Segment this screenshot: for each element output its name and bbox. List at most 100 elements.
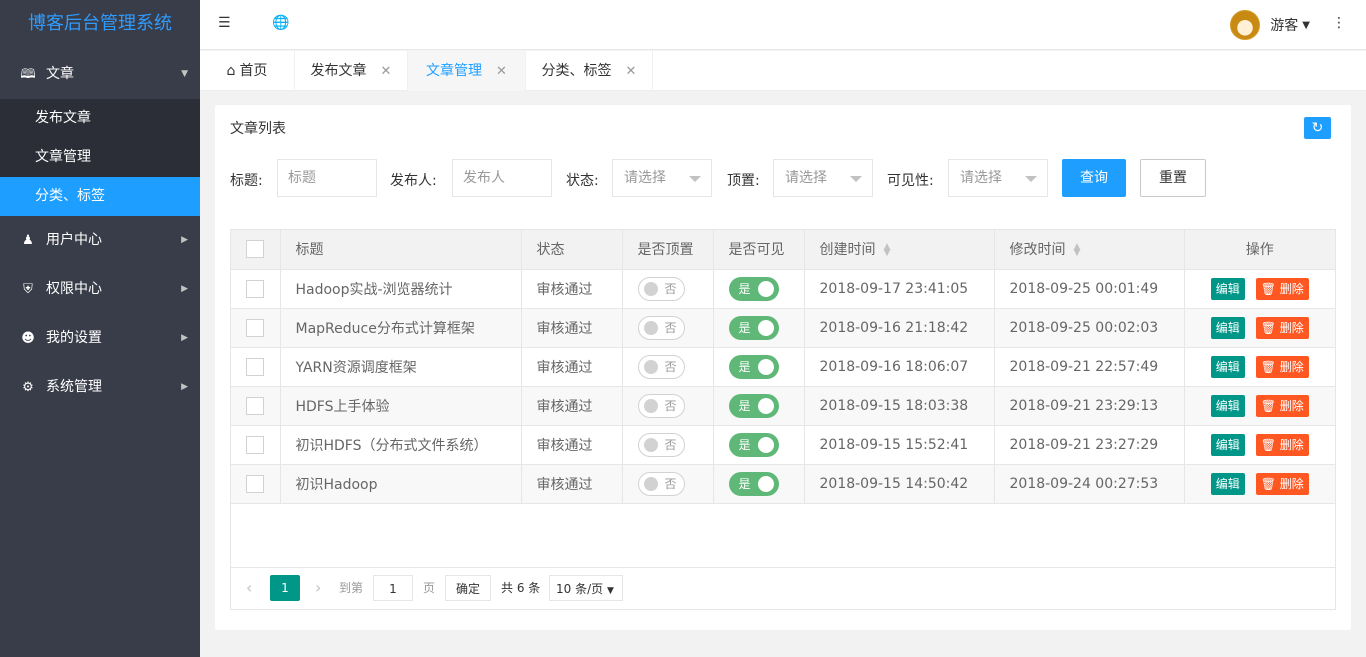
edit-button[interactable]: 编辑 xyxy=(1210,472,1245,495)
delete-button[interactable]: 🗑 删除 xyxy=(1255,433,1309,456)
cell-actions: 编辑 🗑 删除 xyxy=(1184,269,1335,309)
sidebar-submenu: 发布文章 文章管理 分类、标签 xyxy=(0,99,200,216)
caret-down-icon: ▼ xyxy=(181,69,188,79)
cell-created: 2018-09-17 23:41:05 xyxy=(804,269,995,309)
switch-text: 否 xyxy=(664,398,677,413)
delete-button[interactable]: 🗑 删除 xyxy=(1255,316,1309,339)
filter-visible-select[interactable]: 请选择 xyxy=(948,159,1048,197)
row-checkbox[interactable] xyxy=(246,279,264,298)
filter-author-input[interactable] xyxy=(452,159,552,197)
user-menu[interactable]: 游客 ▼ xyxy=(1230,10,1310,40)
caret-right-icon: ▶ xyxy=(181,235,188,245)
sidebar-subitem-manage[interactable]: 文章管理 xyxy=(0,138,200,177)
select-value: 10 条/页 xyxy=(556,582,604,596)
sidebar-item-permissions[interactable]: ⛨ 权限中心 ▶ xyxy=(0,265,200,314)
visible-switch[interactable]: 是 xyxy=(728,432,779,457)
delete-button[interactable]: 🗑 删除 xyxy=(1255,355,1309,378)
table-row: 初识Hadoop 审核通过 否 是 2018-09-15 14:50:42 2018-09… xyxy=(231,464,1335,504)
top-switch[interactable]: 否 xyxy=(637,393,685,418)
row-checkbox[interactable] xyxy=(246,474,264,493)
row-checkbox[interactable] xyxy=(246,396,264,415)
article-list-card: 文章列表 ↻ 标题: 发布人: 状态: 请选择 顶置: 请选择 可见性: 请选择… xyxy=(215,105,1351,630)
query-button[interactable]: 查询 xyxy=(1062,159,1126,197)
visible-switch[interactable]: 是 xyxy=(728,276,779,301)
cell-visible: 是 xyxy=(713,308,805,348)
edit-button[interactable]: 编辑 xyxy=(1210,433,1245,456)
trash-icon: 🗑 xyxy=(1260,320,1276,335)
switch-text: 否 xyxy=(664,320,677,335)
sidebar-item-system[interactable]: ⚙ 系统管理 ▶ xyxy=(0,363,200,412)
filter-title-input[interactable] xyxy=(277,159,377,197)
sidebar-subitem-categories[interactable]: 分类、标签 xyxy=(0,177,200,216)
caret-down-icon: ▼ xyxy=(1302,19,1310,31)
next-page-icon[interactable]: › xyxy=(315,575,321,601)
cell-created: 2018-09-16 18:06:07 xyxy=(804,347,995,387)
switch-text: 是 xyxy=(738,437,751,452)
switch-knob xyxy=(757,280,774,297)
switch-knob xyxy=(643,359,658,374)
sidebar-subitem-publish[interactable]: 发布文章 xyxy=(0,99,200,138)
goto-page-input[interactable]: 1 xyxy=(373,575,413,601)
visible-switch[interactable]: 是 xyxy=(728,315,779,340)
cell-actions: 编辑 🗑 删除 xyxy=(1184,308,1335,348)
home-icon: ⌂ xyxy=(226,63,236,79)
prev-page-icon[interactable]: ‹ xyxy=(246,575,252,601)
tab-home[interactable]: ⌂ 首页 xyxy=(200,51,295,91)
filter-status-select[interactable]: 请选择 xyxy=(612,159,712,197)
sidebar-item-users[interactable]: ♟ 用户中心 ▶ xyxy=(0,216,200,265)
visible-switch[interactable]: 是 xyxy=(728,354,779,379)
visible-switch[interactable]: 是 xyxy=(728,471,779,496)
tab-categories[interactable]: 分类、标签 ✕ xyxy=(526,51,653,91)
delete-button[interactable]: 🗑 删除 xyxy=(1255,472,1309,495)
sidebar-item-article[interactable]: 🕮 文章 ▼ xyxy=(0,50,200,99)
sort-icon[interactable]: ▲ ▼ xyxy=(884,243,891,258)
delete-button[interactable]: 🗑 删除 xyxy=(1255,277,1309,300)
edit-button[interactable]: 编辑 xyxy=(1210,277,1245,300)
close-icon[interactable]: ✕ xyxy=(496,64,507,79)
top-switch[interactable]: 否 xyxy=(637,276,685,301)
row-checkbox[interactable] xyxy=(246,318,264,337)
app-logo-title[interactable]: 博客后台管理系统 xyxy=(0,0,200,50)
goto-confirm-button[interactable]: 确定 xyxy=(445,575,491,601)
top-switch[interactable]: 否 xyxy=(637,315,685,340)
tab-publish[interactable]: 发布文章 ✕ xyxy=(295,51,408,91)
edit-button[interactable]: 编辑 xyxy=(1210,316,1245,339)
delete-button[interactable]: 🗑 删除 xyxy=(1255,394,1309,417)
user-icon: ☻ xyxy=(21,331,35,346)
more-vertical-icon[interactable]: ⋮ xyxy=(1332,15,1346,31)
close-icon[interactable]: ✕ xyxy=(626,64,637,79)
col-modified[interactable]: 修改时间 ▲ ▼ xyxy=(994,230,1185,270)
page-current[interactable]: 1 xyxy=(270,575,300,601)
top-switch[interactable]: 否 xyxy=(637,354,685,379)
tab-manage[interactable]: 文章管理 ✕ xyxy=(408,51,526,91)
select-all-checkbox[interactable] xyxy=(246,240,264,259)
edit-button[interactable]: 编辑 xyxy=(1210,394,1245,417)
refresh-button[interactable]: ↻ xyxy=(1304,117,1331,139)
switch-knob xyxy=(757,436,774,453)
row-select-cell xyxy=(231,308,281,348)
cell-visible: 是 xyxy=(713,386,805,426)
row-checkbox[interactable] xyxy=(246,435,264,454)
switch-text: 是 xyxy=(738,281,751,296)
refresh-icon: ↻ xyxy=(1311,120,1324,136)
sidebar-item-settings[interactable]: ☻ 我的设置 ▶ xyxy=(0,314,200,363)
top-switch[interactable]: 否 xyxy=(637,432,685,457)
visible-switch[interactable]: 是 xyxy=(728,393,779,418)
switch-text: 否 xyxy=(664,281,677,296)
page-size-select[interactable]: 10 条/页 ▼ xyxy=(549,575,623,601)
menu-toggle-icon[interactable]: ☰ xyxy=(218,15,231,31)
goto-label: 到第 xyxy=(339,581,364,595)
top-switch[interactable]: 否 xyxy=(637,471,685,496)
row-checkbox[interactable] xyxy=(246,357,264,376)
select-value: 请选择 xyxy=(960,170,1002,186)
row-select-cell xyxy=(231,269,281,309)
reset-button[interactable]: 重置 xyxy=(1140,159,1206,197)
sort-icon[interactable]: ▲ ▼ xyxy=(1074,243,1081,258)
close-icon[interactable]: ✕ xyxy=(381,64,392,79)
table-row: MapReduce分布式计算框架 审核通过 否 是 2018-09-16 21:18:4… xyxy=(231,308,1335,348)
cell-modified: 2018-09-21 23:27:29 xyxy=(994,425,1185,465)
globe-icon[interactable]: 🌐 xyxy=(272,15,289,31)
col-created[interactable]: 创建时间 ▲ ▼ xyxy=(804,230,995,270)
filter-top-select[interactable]: 请选择 xyxy=(773,159,873,197)
edit-button[interactable]: 编辑 xyxy=(1210,355,1245,378)
